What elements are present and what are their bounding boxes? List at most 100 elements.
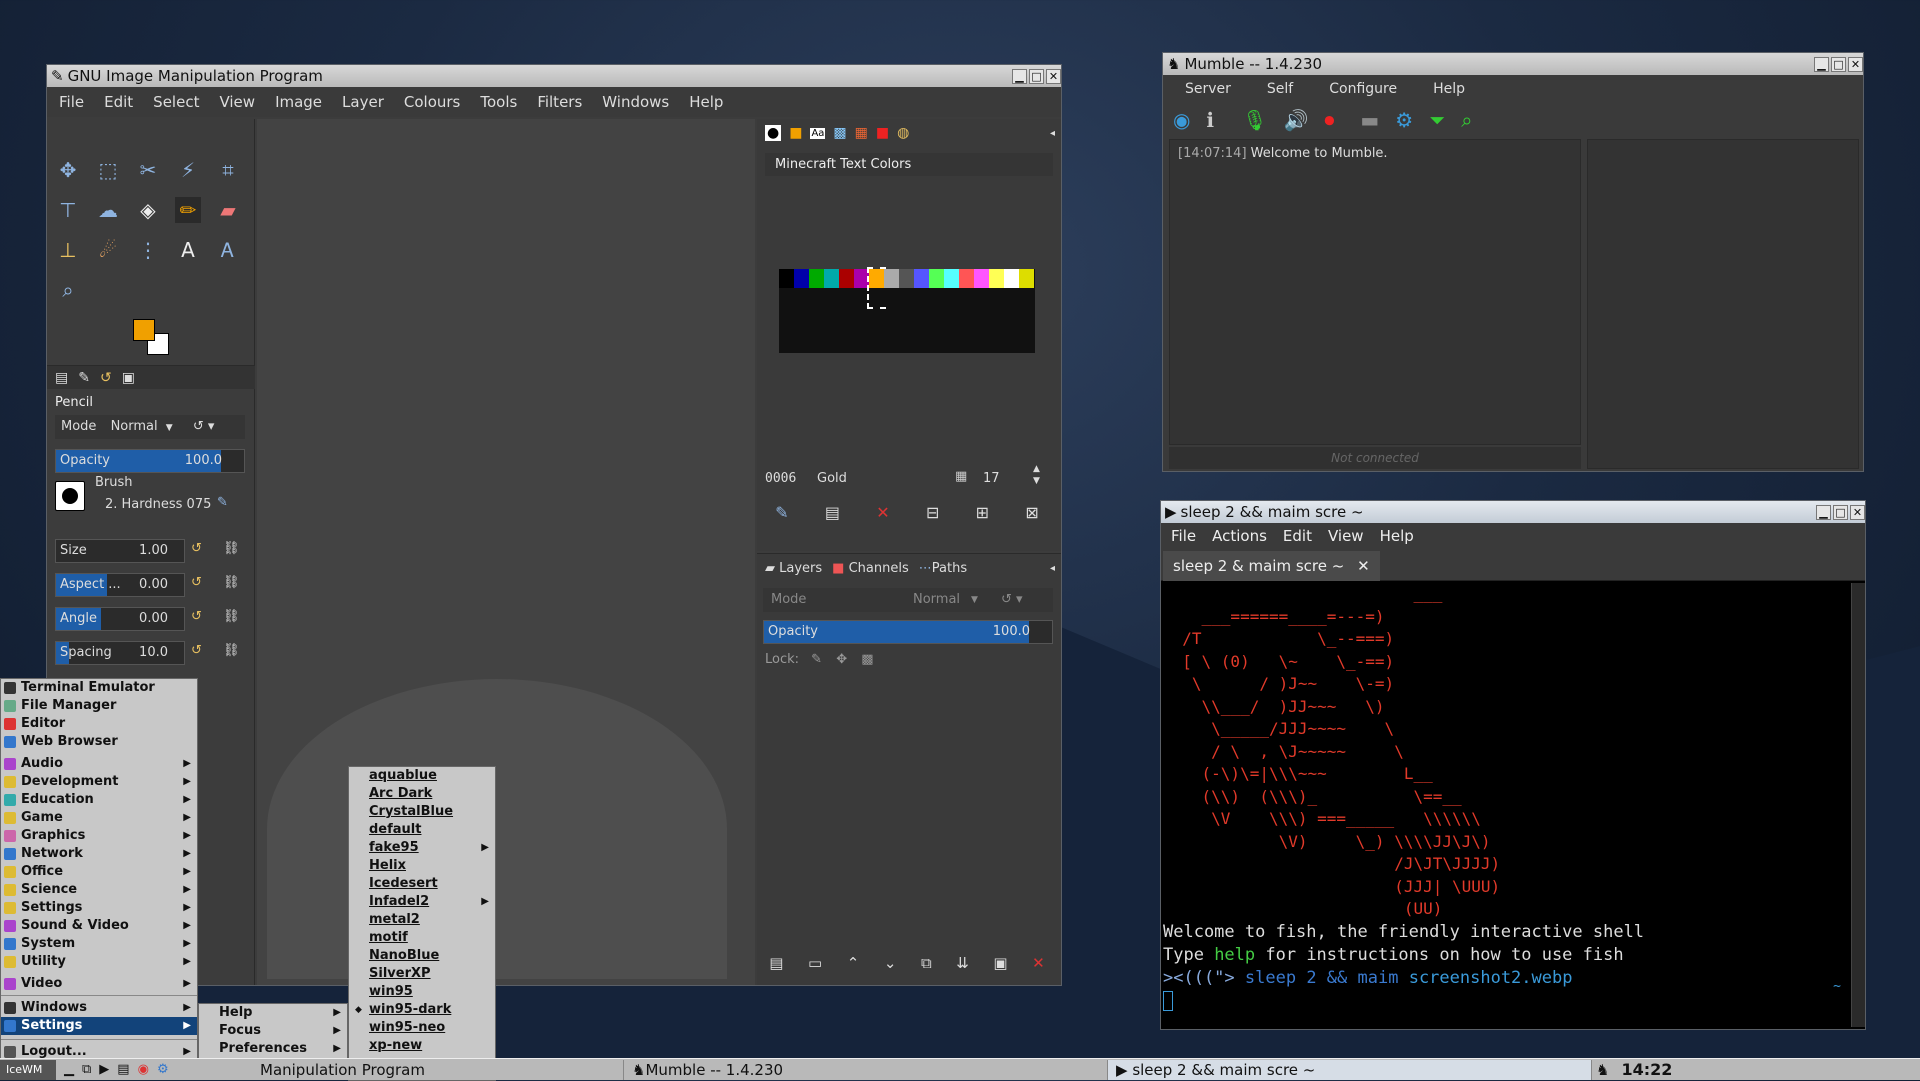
reset-spacing-icon[interactable]: ↺: [191, 643, 202, 658]
start-menu-item-system[interactable]: System ▶: [1, 935, 197, 953]
clone-tool-icon[interactable]: ⊥: [55, 237, 81, 263]
delete-color-icon[interactable]: ✕: [876, 503, 889, 522]
palette-swatch[interactable]: [854, 269, 869, 307]
fonts-tab-icon[interactable]: Aa: [810, 127, 826, 139]
reset-size-icon[interactable]: ↺: [191, 541, 202, 556]
opacity-slider[interactable]: Opacity 100.0: [55, 449, 245, 473]
reset-angle-icon[interactable]: ↺: [191, 609, 202, 624]
tab-layers[interactable]: ▰ Layers: [765, 561, 822, 576]
mumble-log[interactable]: [14:07:14] Welcome to Mumble.: [1169, 139, 1581, 445]
search-icon[interactable]: ⌕: [1461, 108, 1472, 132]
start-menu-item-education[interactable]: Education ▶: [1, 791, 197, 809]
tab-paths[interactable]: ⋯Paths: [919, 561, 967, 576]
aspect-slider[interactable]: Aspect ... 0.00: [55, 573, 185, 597]
colors-tab-icon[interactable]: ■: [876, 125, 889, 141]
palette-swatch[interactable]: [959, 269, 974, 307]
eraser-tool-icon[interactable]: ▰: [215, 197, 241, 223]
menu-image[interactable]: Image: [275, 93, 322, 111]
reset-aspect-icon[interactable]: ↺: [191, 575, 202, 590]
start-menu-item-audio[interactable]: Audio ▶: [1, 755, 197, 773]
settings-item-focus[interactable]: Focus ▶: [199, 1022, 347, 1040]
start-menu-item-settings[interactable]: Settings ▶: [1, 1017, 197, 1035]
palette-swatch[interactable]: [974, 269, 989, 307]
minimize-button[interactable]: ▁: [1012, 68, 1027, 84]
menu-help[interactable]: Help: [1380, 527, 1414, 545]
zoom-tool-icon[interactable]: ⌕: [55, 277, 81, 303]
minimize-button[interactable]: ▁: [1814, 56, 1829, 72]
connect-icon[interactable]: ◉: [1173, 108, 1190, 132]
lock-alpha-icon[interactable]: ▩: [861, 652, 873, 667]
edit-brush-icon[interactable]: ✎: [217, 495, 228, 510]
maximize-button[interactable]: □: [1833, 504, 1848, 520]
menu-configure[interactable]: Configure: [1329, 81, 1397, 97]
theme-item-infadel2[interactable]: Infadel2 ▶: [349, 893, 495, 911]
palette-color-name[interactable]: Gold: [817, 471, 847, 486]
palette-grid[interactable]: [779, 267, 1035, 353]
layers-mode-select[interactable]: Normal: [913, 588, 960, 612]
palette-swatch[interactable]: [809, 269, 824, 307]
pencil-tool-icon[interactable]: ✏: [175, 197, 201, 223]
link-aspect-icon[interactable]: ⛓: [223, 575, 240, 590]
icewm-start-button[interactable]: IceWM: [0, 1059, 56, 1080]
lock-pixels-icon[interactable]: ✎: [811, 652, 822, 667]
theme-item-arc-dark[interactable]: Arc Dark: [349, 785, 495, 803]
spacing-slider[interactable]: Spacing 10.0: [55, 641, 185, 665]
device-status-tab-icon[interactable]: ✎: [78, 370, 90, 386]
tool-options-tab-icon[interactable]: ▤: [55, 370, 68, 386]
reset-layer-mode-icon[interactable]: ↺ ▾: [1001, 588, 1023, 612]
image-canvas[interactable]: [257, 119, 755, 985]
new-layer-icon[interactable]: ▤: [769, 954, 783, 972]
start-menu-item-sound-video[interactable]: Sound & Video ▶: [1, 917, 197, 935]
filter-icon[interactable]: ⏷: [1429, 108, 1445, 132]
start-menu-item-settings[interactable]: Settings ▶: [1, 899, 197, 917]
close-button[interactable]: ✕: [1850, 504, 1865, 520]
brush-preview[interactable]: [55, 481, 85, 511]
settings-item-preferences[interactable]: Preferences ▶: [199, 1040, 347, 1058]
start-menu-item-game[interactable]: Game ▶: [1, 809, 197, 827]
menu-help[interactable]: Help: [689, 93, 723, 111]
theme-item-xp-new[interactable]: xp-new: [349, 1037, 495, 1055]
palette-swatch[interactable]: [944, 269, 959, 307]
duplicate-layer-icon[interactable]: ⧉: [921, 954, 932, 972]
zoom-out-icon[interactable]: ⊟: [926, 503, 939, 522]
terminal-scrollbar[interactable]: [1851, 583, 1865, 1027]
maximize-button[interactable]: □: [1029, 68, 1044, 84]
chat-icon[interactable]: ▬: [1360, 108, 1379, 132]
palette-swatch[interactable]: [929, 269, 944, 307]
files-launch-icon[interactable]: ▤: [117, 1062, 129, 1077]
theme-item-win95-neo[interactable]: win95-neo: [349, 1019, 495, 1037]
theme-item-default[interactable]: default: [349, 821, 495, 839]
patterns-tab-icon[interactable]: ■: [789, 125, 802, 141]
start-menu-item-development[interactable]: Development ▶: [1, 773, 197, 791]
tray-mumble-icon[interactable]: ♞: [1592, 1061, 1613, 1079]
menu-edit[interactable]: Edit: [1283, 527, 1312, 545]
crop-tool-icon[interactable]: ⌗: [215, 157, 241, 183]
settings-launch-icon[interactable]: ⚙: [157, 1062, 169, 1077]
settings-gear-icon[interactable]: ⚙: [1395, 108, 1413, 132]
menu-actions[interactable]: Actions: [1212, 527, 1267, 545]
close-button[interactable]: ✕: [1046, 68, 1061, 84]
start-menu-item-windows[interactable]: Windows ▶: [1, 999, 197, 1017]
gimp-titlebar[interactable]: ✎ GNU Image Manipulation Program ▁ □ ✕: [47, 65, 1061, 87]
link-size-icon[interactable]: ⛓: [223, 541, 240, 556]
palettes-tab-icon[interactable]: ▦: [855, 125, 868, 141]
palette-swatch[interactable]: [899, 269, 914, 307]
mumble-titlebar[interactable]: ♞ Mumble -- 1.4.230 ▁ □ ✕: [1163, 53, 1863, 75]
window-list-icon[interactable]: ⧉: [82, 1062, 91, 1077]
layers-opacity-slider[interactable]: Opacity 100.0: [763, 620, 1053, 644]
link-angle-icon[interactable]: ⛓: [223, 609, 240, 624]
menu-view[interactable]: View: [1328, 527, 1364, 545]
images-tab-icon[interactable]: ▣: [122, 370, 135, 386]
theme-item-nanoblue[interactable]: NanoBlue: [349, 947, 495, 965]
speaker-icon[interactable]: 🔊: [1283, 108, 1308, 132]
palette-swatch[interactable]: [989, 269, 1004, 307]
chat-input[interactable]: Not connected: [1169, 447, 1581, 469]
rect-select-tool-icon[interactable]: ⬚: [95, 157, 121, 183]
show-desktop-icon[interactable]: ▁: [64, 1062, 74, 1077]
theme-item-metal2[interactable]: metal2: [349, 911, 495, 929]
palette-swatch[interactable]: [824, 269, 839, 307]
start-menu-item-editor[interactable]: Editor: [1, 715, 197, 733]
start-menu-item-network[interactable]: Network ▶: [1, 845, 197, 863]
menu-filters[interactable]: Filters: [537, 93, 582, 111]
close-button[interactable]: ✕: [1848, 56, 1863, 72]
